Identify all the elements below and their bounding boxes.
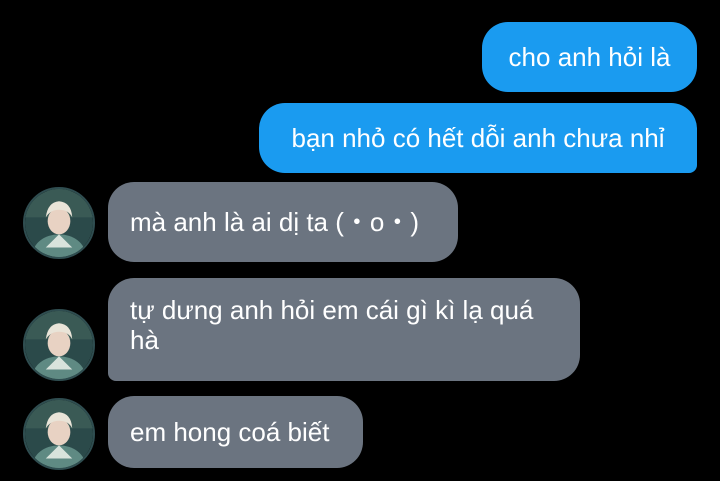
contact-avatar[interactable] xyxy=(23,187,95,259)
incoming-message-bubble[interactable]: mà anh là ai dị ta (・o・) xyxy=(108,182,458,262)
outgoing-message-bubble[interactable]: bạn nhỏ có hết dỗi anh chưa nhỉ xyxy=(259,103,697,173)
incoming-message-bubble[interactable]: tự dưng anh hỏi em cái gì kì lạ quá hà xyxy=(108,278,580,381)
message-text: mà anh là ai dị ta (・o・) xyxy=(130,207,420,237)
message-text: cho anh hỏi là xyxy=(508,42,671,72)
message-text: bạn nhỏ có hết dỗi anh chưa nhỉ xyxy=(291,123,665,153)
chat-thread: cho anh hỏi là bạn nhỏ có hết dỗi anh ch… xyxy=(0,0,720,481)
contact-avatar[interactable] xyxy=(23,309,95,381)
outgoing-message-bubble[interactable]: cho anh hỏi là xyxy=(482,22,697,92)
avatar-photo-icon xyxy=(25,189,93,257)
avatar-photo-icon xyxy=(25,400,93,468)
incoming-message-bubble[interactable]: em hong coá biết xyxy=(108,396,363,468)
avatar-photo-icon xyxy=(25,311,93,379)
message-text: tự dưng anh hỏi em cái gì kì lạ quá hà xyxy=(130,295,534,355)
contact-avatar[interactable] xyxy=(23,398,95,470)
message-text: em hong coá biết xyxy=(130,417,330,447)
